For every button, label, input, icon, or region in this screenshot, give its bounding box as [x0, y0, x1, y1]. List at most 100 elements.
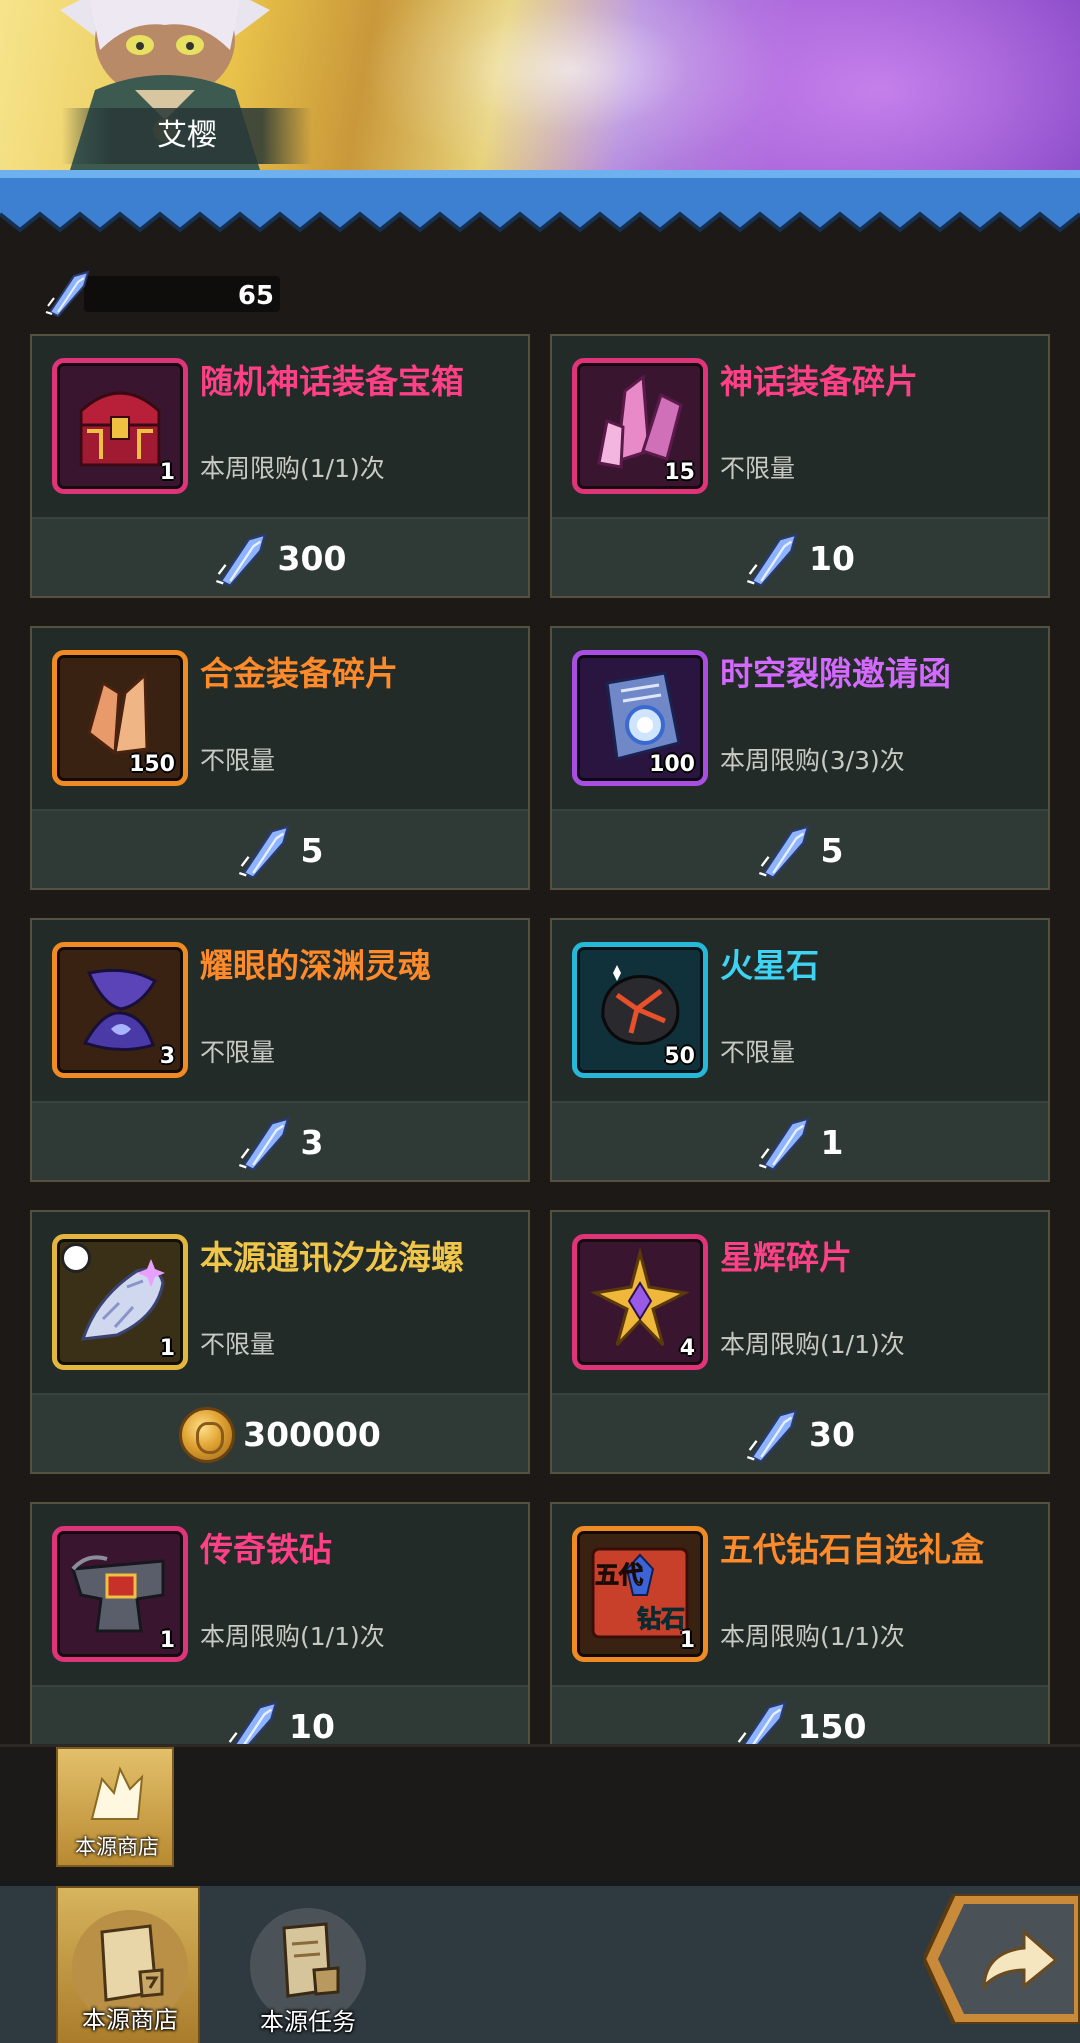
- shop-item-card[interactable]: 1 本源通讯汐龙海螺 不限量 300000: [30, 1210, 530, 1474]
- buy-button[interactable]: 10: [552, 517, 1048, 596]
- treasure-chest-icon: [79, 391, 161, 467]
- crystal-shard-icon: [45, 270, 90, 318]
- crystal-shard-icon: [737, 1700, 787, 1744]
- item-title: 合金装备碎片: [200, 654, 398, 693]
- item-title: 随机神话装备宝箱: [200, 362, 464, 401]
- gold-coin-icon: [179, 1406, 236, 1463]
- item-icon-frame: 4: [572, 1234, 708, 1370]
- item-purchase-limit: 本周限购(1/1)次: [720, 1622, 905, 1651]
- price-display: 5: [552, 811, 1048, 890]
- item-title: 传奇铁砧: [200, 1530, 332, 1569]
- hero-name: 艾樱: [62, 108, 312, 164]
- crystal-shard-icon: [238, 1116, 290, 1171]
- shop-item-card[interactable]: 1 随机神话装备宝箱 本周限购(1/1)次 300: [30, 334, 530, 598]
- item-title: 五代钻石自选礼盒: [720, 1530, 984, 1569]
- crystal-shard-icon: [746, 1408, 798, 1463]
- item-purchase-limit: 不限量: [720, 1038, 796, 1067]
- shop-item-card[interactable]: 50 火星石 不限量 1: [550, 918, 1050, 1182]
- buy-button[interactable]: 30: [552, 1393, 1048, 1472]
- item-quantity: 4: [679, 1336, 695, 1361]
- shop-screen: 艾樱 65 1 随机神话装备宝箱 本周限购(1/1)次 300 15 神话装备碎…: [0, 0, 1080, 2043]
- price-value: 10: [289, 1707, 335, 1744]
- shop-sub-tabs: 本源商店: [0, 1744, 1080, 1882]
- buy-button[interactable]: 10: [32, 1685, 528, 1744]
- crystal-shard-icon: [758, 1116, 810, 1171]
- price-value: 300: [277, 539, 347, 578]
- shop-item-card[interactable]: 4 星辉碎片 本周限购(1/1)次 30: [550, 1210, 1050, 1474]
- item-icon-frame: 3: [52, 942, 188, 1078]
- item-quantity: 3: [159, 1044, 175, 1069]
- item-quantity: 1: [159, 1336, 175, 1361]
- item-quantity: 15: [664, 460, 695, 485]
- shop-item-card[interactable]: 150 合金装备碎片 不限量 5: [30, 626, 530, 890]
- anvil-icon: [71, 1555, 165, 1633]
- item-purchase-limit: 不限量: [720, 454, 796, 483]
- crystal-shard-icon: [238, 824, 290, 879]
- item-quantity: 1: [679, 1628, 695, 1653]
- shop-item-card[interactable]: 1 传奇铁砧 本周限购(1/1)次 10: [30, 1502, 530, 1744]
- item-quantity: 50: [664, 1044, 695, 1069]
- buy-button[interactable]: 5: [32, 809, 528, 888]
- star-shard-icon: [590, 1247, 690, 1347]
- shop-item-grid[interactable]: 1 随机神话装备宝箱 本周限购(1/1)次 300 15 神话装备碎片 不限量 …: [0, 326, 1080, 1744]
- item-icon-frame: 100: [572, 650, 708, 786]
- item-title: 时空裂隙邀请函: [720, 654, 951, 693]
- shop-item-card[interactable]: 3 耀眼的深渊灵魂 不限量 3: [30, 918, 530, 1182]
- scroll-icon: [100, 1924, 164, 2002]
- price-display: 3: [32, 1103, 528, 1182]
- item-icon-frame: 五代 钻石 1: [572, 1526, 708, 1662]
- price-value: 150: [797, 1707, 867, 1744]
- banner-zigzag-border: [0, 196, 1080, 233]
- crystal-shard-icon: [215, 532, 267, 587]
- abyss-soul-icon: [82, 968, 158, 1052]
- price-value: 10: [809, 539, 855, 578]
- shop-item-card[interactable]: 15 神话装备碎片 不限量 10: [550, 334, 1050, 598]
- banner-purple-glow: [620, 0, 1080, 172]
- buy-button[interactable]: 1: [552, 1101, 1048, 1180]
- bottom-navigation: 本源商店 本源任务: [0, 1882, 1080, 2043]
- gift-box-left-text: 五代: [595, 1561, 643, 1589]
- time-limited-icon: [61, 1243, 91, 1273]
- item-purchase-limit: 不限量: [200, 1038, 276, 1067]
- return-arrow-icon[interactable]: [924, 1894, 1080, 2024]
- crystal-shard-icon: [758, 824, 810, 879]
- shop-item-card[interactable]: 100 时空裂隙邀请函 本周限购(3/3)次 5: [550, 626, 1050, 890]
- item-purchase-limit: 不限量: [200, 1330, 276, 1359]
- price-value: 5: [820, 831, 844, 870]
- card-info-area: 1 随机神话装备宝箱 本周限购(1/1)次: [32, 336, 528, 517]
- item-icon-frame: 1: [52, 1234, 188, 1370]
- price-display: 300: [32, 519, 528, 598]
- card-info-area: 五代 钻石 1 五代钻石自选礼盒 本周限购(1/1)次: [552, 1504, 1048, 1685]
- price-display: 5: [32, 811, 528, 890]
- card-info-area: 50 火星石 不限量: [552, 920, 1048, 1101]
- item-quantity: 1: [159, 1628, 175, 1653]
- buy-button[interactable]: 300: [32, 517, 528, 596]
- item-purchase-limit: 不限量: [200, 746, 276, 775]
- buy-button[interactable]: 5: [552, 809, 1048, 888]
- price-value: 3: [300, 1123, 324, 1162]
- scroll-icon: [282, 1922, 340, 1998]
- nav-label: 本源任务: [260, 2008, 356, 2036]
- buy-button[interactable]: 3: [32, 1101, 528, 1180]
- buy-button[interactable]: 150: [552, 1685, 1048, 1744]
- sub-tab-label: 本源商店: [75, 1835, 159, 1859]
- buy-button[interactable]: 300000: [32, 1393, 528, 1472]
- item-title: 耀眼的深渊灵魂: [200, 946, 431, 985]
- card-info-area: 150 合金装备碎片 不限量: [32, 628, 528, 809]
- price-display: 300000: [32, 1395, 528, 1474]
- nav-origin-shop[interactable]: 本源商店: [56, 1886, 200, 2043]
- shop-item-card[interactable]: 五代 钻石 1 五代钻石自选礼盒 本周限购(1/1)次 150: [550, 1502, 1050, 1744]
- card-info-area: 4 星辉碎片 本周限购(1/1)次: [552, 1212, 1048, 1393]
- sub-tab-origin-shop[interactable]: 本源商店: [56, 1747, 174, 1867]
- card-info-area: 1 传奇铁砧 本周限购(1/1)次: [32, 1504, 528, 1685]
- item-icon-frame: 150: [52, 650, 188, 786]
- card-info-area: 15 神话装备碎片 不限量: [552, 336, 1048, 517]
- price-display: 10: [32, 1687, 528, 1744]
- item-purchase-limit: 本周限购(1/1)次: [720, 1330, 905, 1359]
- item-icon-frame: 1: [52, 358, 188, 494]
- item-icon-frame: 50: [572, 942, 708, 1078]
- banner-blue-highlight: [0, 170, 1080, 178]
- nav-origin-tasks[interactable]: 本源任务: [236, 1886, 380, 2043]
- item-quantity: 150: [129, 752, 175, 777]
- price-display: 30: [552, 1395, 1048, 1474]
